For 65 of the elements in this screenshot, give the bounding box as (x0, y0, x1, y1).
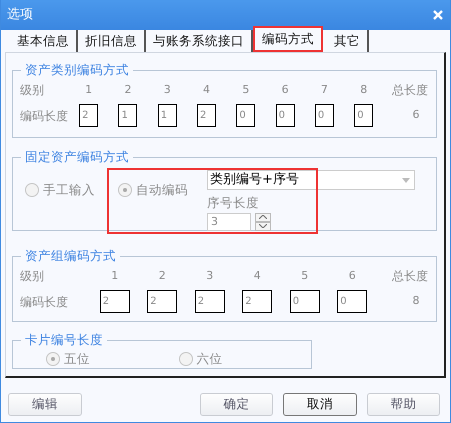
radio-button[interactable] (25, 183, 39, 198)
row-label: 编码长度 (20, 294, 69, 310)
total-value: 6 (412, 107, 420, 124)
tab[interactable]: 编码方式 (253, 26, 323, 52)
radio-button[interactable] (118, 183, 132, 198)
length-field[interactable]: 0 (337, 290, 368, 313)
length-field[interactable]: 0 (314, 104, 334, 127)
length-field[interactable]: 2 (242, 290, 272, 313)
length-field[interactable]: 2 (197, 104, 216, 127)
row-label: 编码长度 (20, 108, 69, 124)
field-label: 序号长度 (207, 194, 260, 212)
level-number: 1 (84, 82, 94, 98)
serial-length-field[interactable]: 3 (207, 212, 251, 231)
level-number: 3 (205, 268, 214, 284)
length-field[interactable]: 2 (147, 290, 178, 313)
length-field[interactable]: 0 (290, 290, 320, 313)
total-value: 8 (412, 293, 420, 310)
length-field[interactable]: 0 (276, 104, 295, 127)
length-field[interactable]: 1 (118, 104, 138, 127)
radio-label: 五位 (64, 350, 90, 368)
level-number: 7 (320, 82, 329, 98)
group-title: 卡片编号长度 (21, 332, 107, 348)
row-label: 级别 (20, 82, 45, 99)
length-field[interactable]: 1 (158, 104, 177, 127)
level-number: 5 (241, 82, 250, 98)
group-title: 资产类别编码方式 (21, 62, 133, 78)
level-number: 8 (359, 82, 368, 98)
tab[interactable]: 折旧信息 (78, 30, 146, 52)
radio-label: 六位 (196, 350, 222, 368)
level-number: 1 (110, 268, 120, 284)
dialog-button[interactable]: 帮助 (366, 393, 440, 416)
radio-button[interactable] (46, 352, 60, 366)
level-number: 3 (162, 82, 172, 98)
level-number: 4 (202, 82, 212, 98)
group-title: 资产组编码方式 (21, 248, 120, 264)
caret-icon (402, 178, 410, 182)
row-label: 级别 (20, 268, 45, 285)
level-number: 2 (123, 82, 132, 98)
radio-label: 手工输入 (43, 181, 95, 199)
length-field[interactable]: 2 (79, 104, 98, 127)
close-button[interactable] (432, 9, 444, 21)
chevron-down-icon (259, 224, 267, 228)
level-number: 6 (348, 268, 357, 284)
level-number: 4 (252, 268, 262, 284)
length-field[interactable]: 2 (100, 290, 130, 313)
length-field[interactable]: 0 (354, 104, 374, 127)
dialog-button[interactable]: 确定 (200, 393, 273, 416)
chevron-up-icon (259, 215, 267, 220)
dialog-button[interactable]: 编辑 (8, 393, 82, 416)
window-title: 选项 (7, 6, 33, 24)
length-field[interactable]: 0 (236, 104, 256, 127)
spin-up-button[interactable] (255, 212, 271, 222)
radio-button[interactable] (178, 352, 192, 366)
group-title: 固定资产编码方式 (21, 149, 133, 165)
column-header: 总长度 (392, 82, 428, 99)
level-number: 5 (300, 268, 310, 284)
tab[interactable]: 其它 (327, 30, 369, 52)
column-header: 总长度 (392, 268, 428, 285)
dialog-button[interactable]: 取消 (283, 393, 356, 416)
tab[interactable]: 基本信息 (10, 30, 78, 52)
radio-label: 自动编码 (136, 181, 188, 199)
level-number: 2 (158, 268, 167, 284)
length-field[interactable]: 2 (194, 290, 225, 313)
rule-dropdown[interactable]: 类别编号+序号 (207, 170, 415, 190)
level-number: 6 (280, 82, 290, 98)
